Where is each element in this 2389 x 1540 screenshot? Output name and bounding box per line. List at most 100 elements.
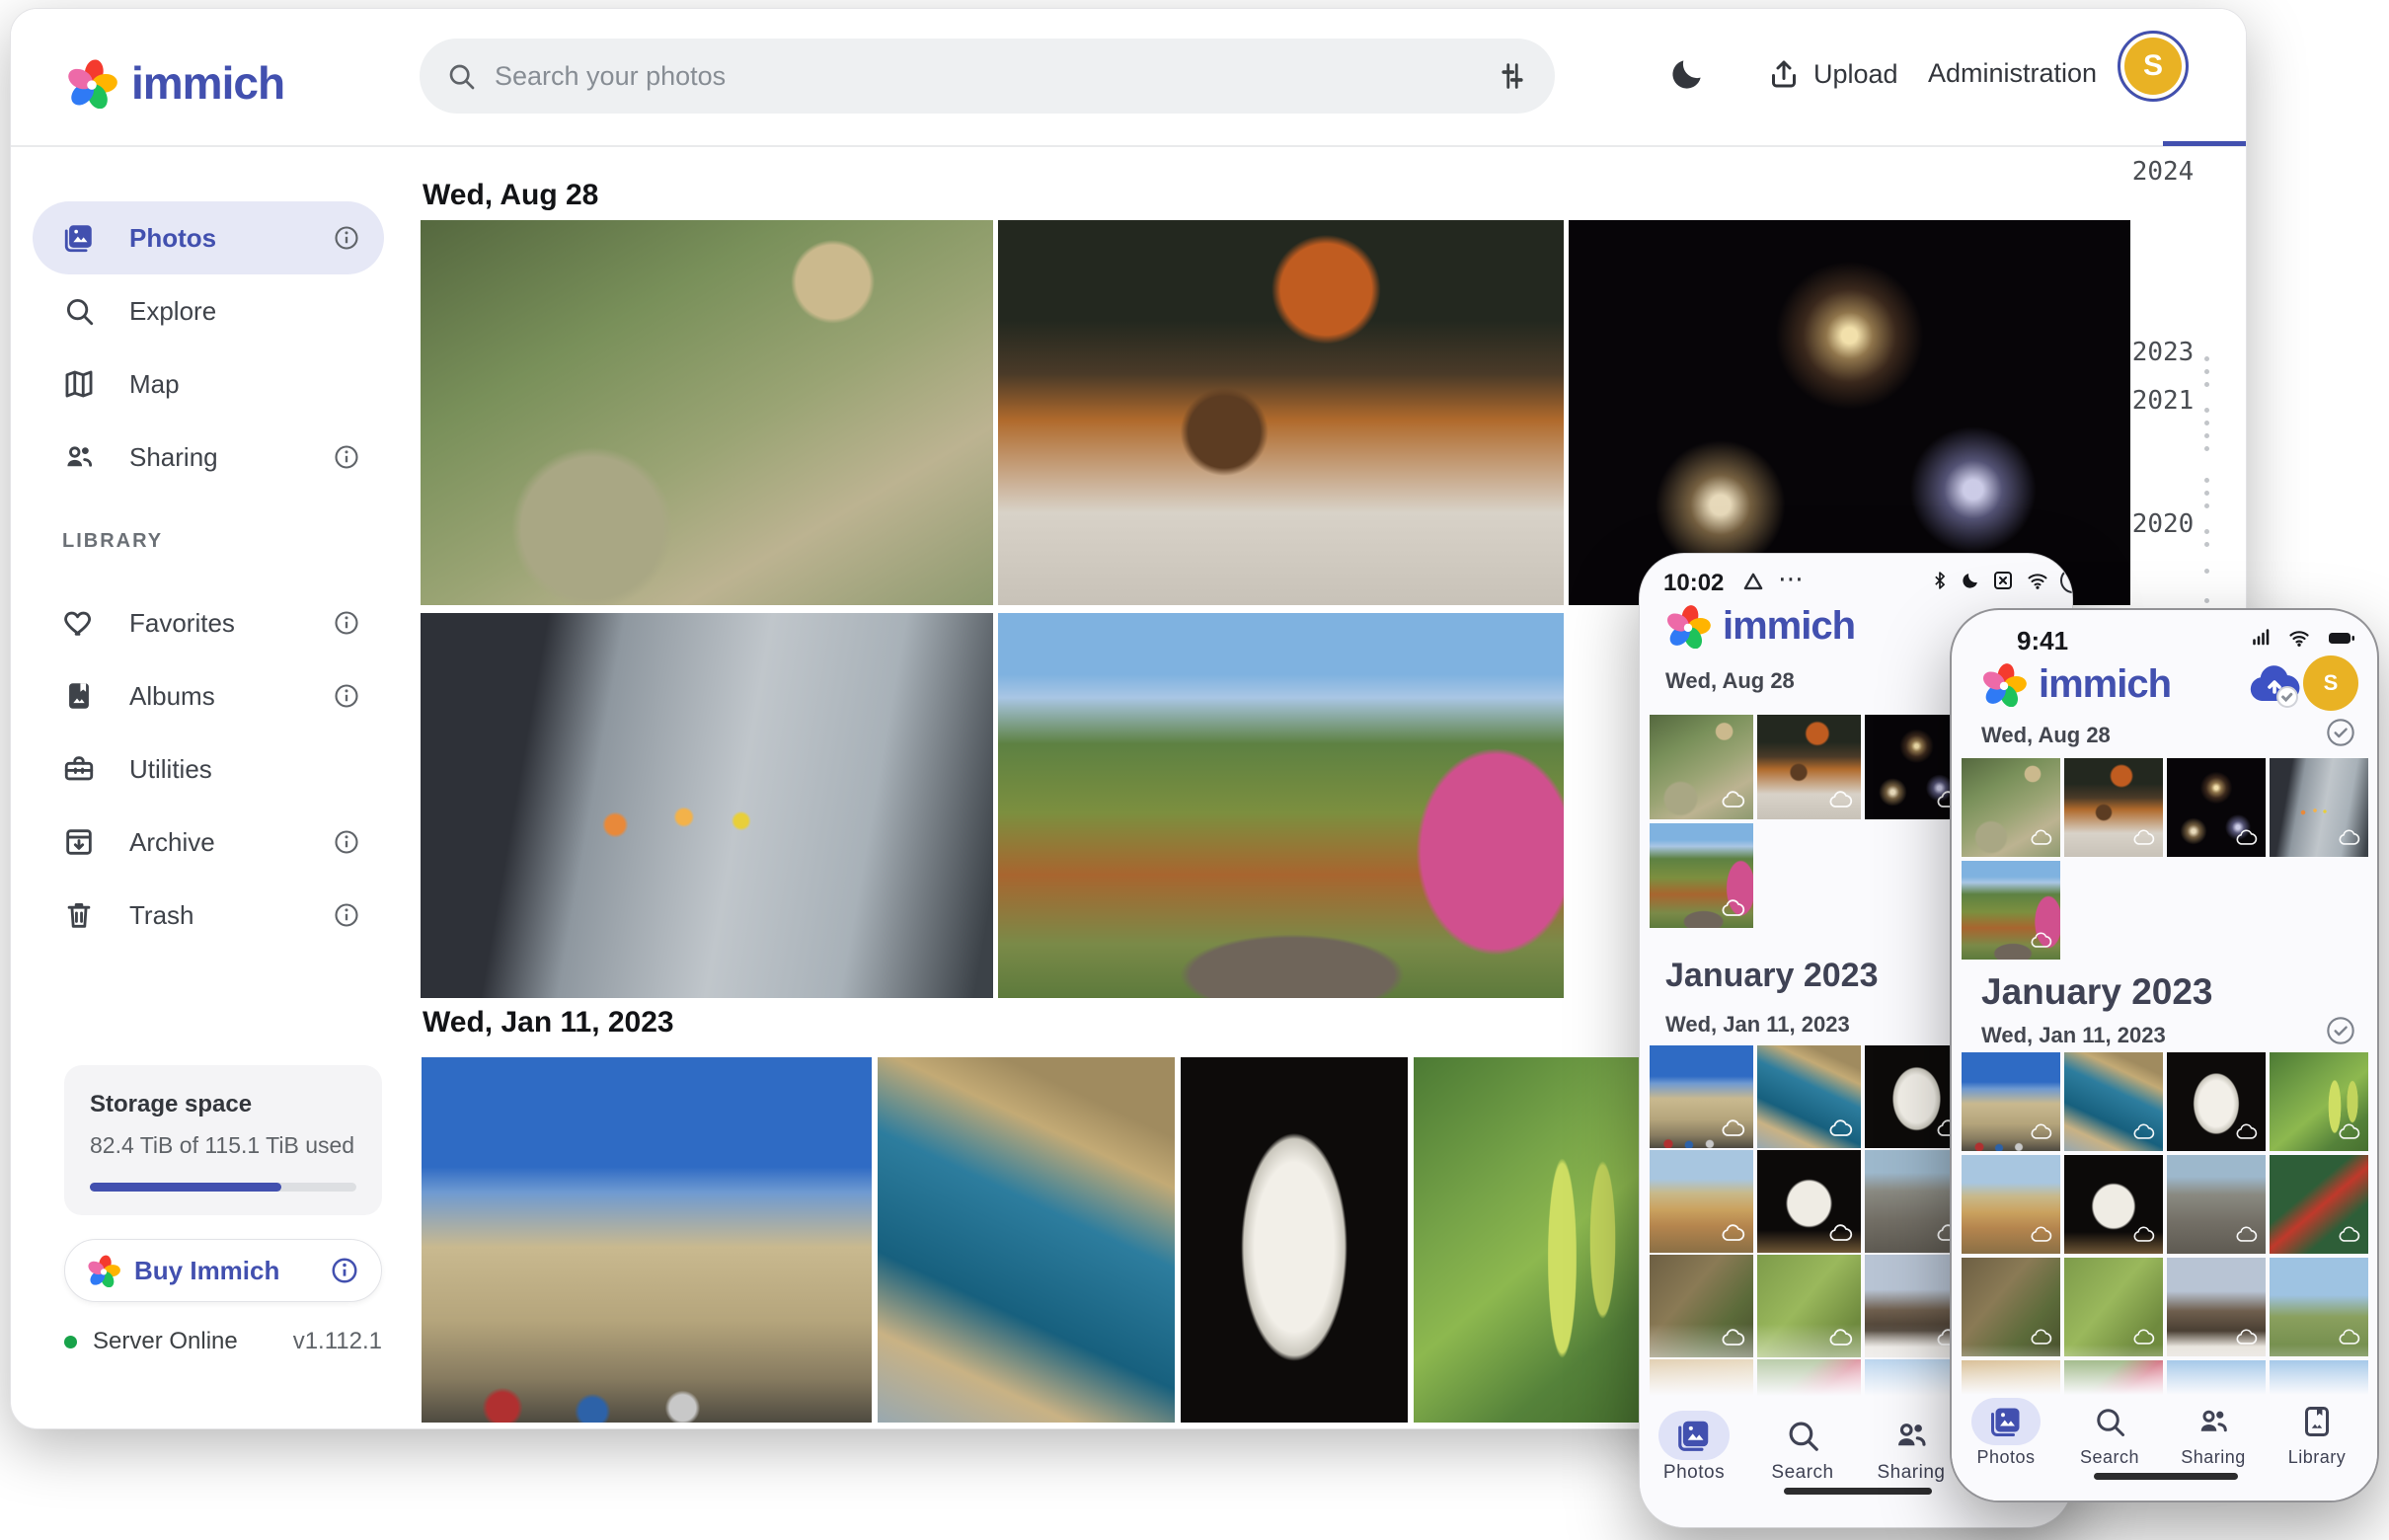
upload-label: Upload — [1813, 59, 1898, 90]
photo-thumbnail-fireworks[interactable] — [1569, 220, 2130, 605]
phone-photo-farm — [2270, 1258, 2368, 1356]
phone2-clock: 9:41 — [2017, 626, 2068, 656]
info-icon[interactable] — [333, 682, 360, 710]
phone-photo-dinner — [1757, 715, 1861, 819]
storage-title: Storage space — [90, 1091, 356, 1118]
sidebar-item-trash[interactable]: Trash — [33, 879, 384, 952]
phone1-nav-photos: Photos — [1639, 1417, 1753, 1484]
phone-photo-decor — [2270, 1155, 2368, 1254]
server-online-dot — [64, 1336, 77, 1348]
timeline-year-2021[interactable]: 2021 — [2109, 386, 2217, 416]
home-indicator — [1784, 1488, 1932, 1495]
phone-mockup-ios: 9:41 immich — [1950, 608, 2379, 1502]
phone2-nav-library: Library — [2258, 1404, 2376, 1468]
phone-photo-fort — [2064, 1052, 2163, 1151]
sidebar-label-trash: Trash — [129, 900, 333, 931]
top-bar: immich — [11, 9, 2246, 147]
sidebar-item-explore[interactable]: Explore — [33, 274, 384, 347]
info-icon[interactable] — [333, 443, 360, 471]
brand-wordmark: immich — [1723, 604, 1855, 649]
upload-button[interactable]: Upload — [1766, 56, 1898, 92]
storage-usage-text: 82.4 TiB of 115.1 TiB used — [90, 1132, 356, 1159]
map-icon — [62, 367, 96, 401]
home-indicator — [2094, 1473, 2238, 1480]
sidebar-label-utilities: Utilities — [129, 754, 360, 785]
user-avatar[interactable]: S — [2118, 31, 2189, 102]
timeline-year-2020[interactable]: 2020 — [2109, 509, 2217, 539]
archive-icon — [62, 825, 96, 859]
photo-thumbnail-marble-bust[interactable] — [1181, 1057, 1408, 1423]
sidebar-item-map[interactable]: Map — [33, 347, 384, 421]
buy-immich-button[interactable]: Buy Immich — [64, 1239, 382, 1302]
phone-photo-autumn — [1962, 861, 2060, 960]
sidebar-item-photos[interactable]: Photos — [33, 201, 384, 274]
search-bar[interactable] — [420, 38, 1555, 114]
battery-icon — [2323, 626, 2360, 650]
theme-toggle-button[interactable] — [1667, 54, 1707, 94]
phone2-nav-sharing: Sharing — [2154, 1404, 2273, 1468]
phone-photo-beach — [1962, 1155, 2060, 1254]
phone-photo-monkeys — [1962, 758, 2060, 857]
sidebar-item-favorites[interactable]: Favorites — [33, 586, 384, 659]
select-check-icon — [2325, 717, 2356, 748]
phone-photo-church — [2167, 1258, 2266, 1356]
photo-thumbnail-autumn-path[interactable] — [998, 613, 1564, 998]
search-input[interactable] — [495, 61, 1496, 92]
photo-thumbnail-city-walls[interactable] — [422, 1057, 872, 1423]
info-icon[interactable] — [333, 609, 360, 637]
no-sim-icon — [1991, 569, 2015, 592]
brand-wordmark: immich — [2039, 662, 2171, 707]
timeline-year-2023[interactable]: 2023 — [2109, 338, 2217, 367]
info-icon[interactable] — [333, 224, 360, 252]
sharing-people-icon — [2196, 1404, 2231, 1439]
sidebar-item-albums[interactable]: Albums — [33, 659, 384, 732]
library-section-label: LIBRARY — [62, 530, 163, 553]
app-logo[interactable]: immich — [66, 56, 284, 110]
cellular-icon — [2248, 626, 2275, 650]
sidebar-label-archive: Archive — [129, 827, 333, 858]
sidebar-item-utilities[interactable]: Utilities — [33, 732, 384, 806]
info-icon — [330, 1256, 359, 1285]
photo-thumbnail-dinner-table[interactable] — [998, 220, 1564, 605]
photos-icon — [62, 221, 96, 255]
sidebar-item-sharing[interactable]: Sharing — [33, 421, 384, 494]
sidebar-item-archive[interactable]: Archive — [33, 806, 384, 879]
phone1-app-logo: immich — [1665, 603, 1855, 649]
search-filter-icon[interactable] — [1496, 59, 1529, 93]
photo-thumbnail-sea-grapes[interactable] — [1414, 1057, 1639, 1423]
avatar-initial: S — [2143, 49, 2163, 83]
phone-photo-lizard2 — [2064, 1258, 2163, 1356]
screenshot-canvas: immich — [0, 0, 2389, 1540]
timeline-year-2024[interactable]: 2024 — [2109, 157, 2217, 187]
phone-photo-beach — [1650, 1150, 1753, 1253]
phone2-date-header-2: Wed, Jan 11, 2023 — [1981, 1023, 2166, 1048]
phone1-clock: 10:02 — [1663, 570, 1724, 597]
sidebar-label-explore: Explore — [129, 296, 360, 327]
phone-photo-walls — [1962, 1052, 2060, 1151]
wifi-icon — [2025, 569, 2050, 592]
sidebar-label-photos: Photos — [129, 223, 333, 254]
phone-photo-autumn — [1650, 823, 1753, 928]
phone-photo-fort — [1757, 1045, 1861, 1148]
phone2-app-logo: immich — [1981, 661, 2171, 707]
phone2-nav-photos: Photos — [1950, 1404, 2065, 1468]
photo-thumbnail-zoo-monkeys[interactable] — [421, 220, 993, 605]
administration-button[interactable]: Administration — [1928, 58, 2097, 89]
photos-icon — [1675, 1417, 1713, 1454]
info-icon[interactable] — [333, 828, 360, 856]
sharing-people-icon — [1892, 1417, 1930, 1454]
photo-thumbnail-holding-hands[interactable] — [421, 613, 993, 998]
phone-photo-dinner — [2064, 758, 2163, 857]
grid-fade-overlay — [1952, 1345, 2377, 1404]
notification-dots: ⋯ — [1778, 564, 1804, 594]
storage-progress-fill — [90, 1183, 281, 1192]
info-icon[interactable] — [333, 901, 360, 929]
administration-label: Administration — [1928, 58, 2097, 89]
phone1-month-header: January 2023 — [1665, 957, 1879, 995]
bluetooth-icon — [1930, 569, 1950, 592]
dnd-moon-icon — [1960, 570, 1981, 591]
timeline-active-indicator — [2163, 141, 2247, 146]
upload-icon — [1766, 56, 1802, 92]
photo-thumbnail-fort-sea[interactable] — [878, 1057, 1175, 1423]
phone-photo-fireworks — [2167, 758, 2266, 857]
